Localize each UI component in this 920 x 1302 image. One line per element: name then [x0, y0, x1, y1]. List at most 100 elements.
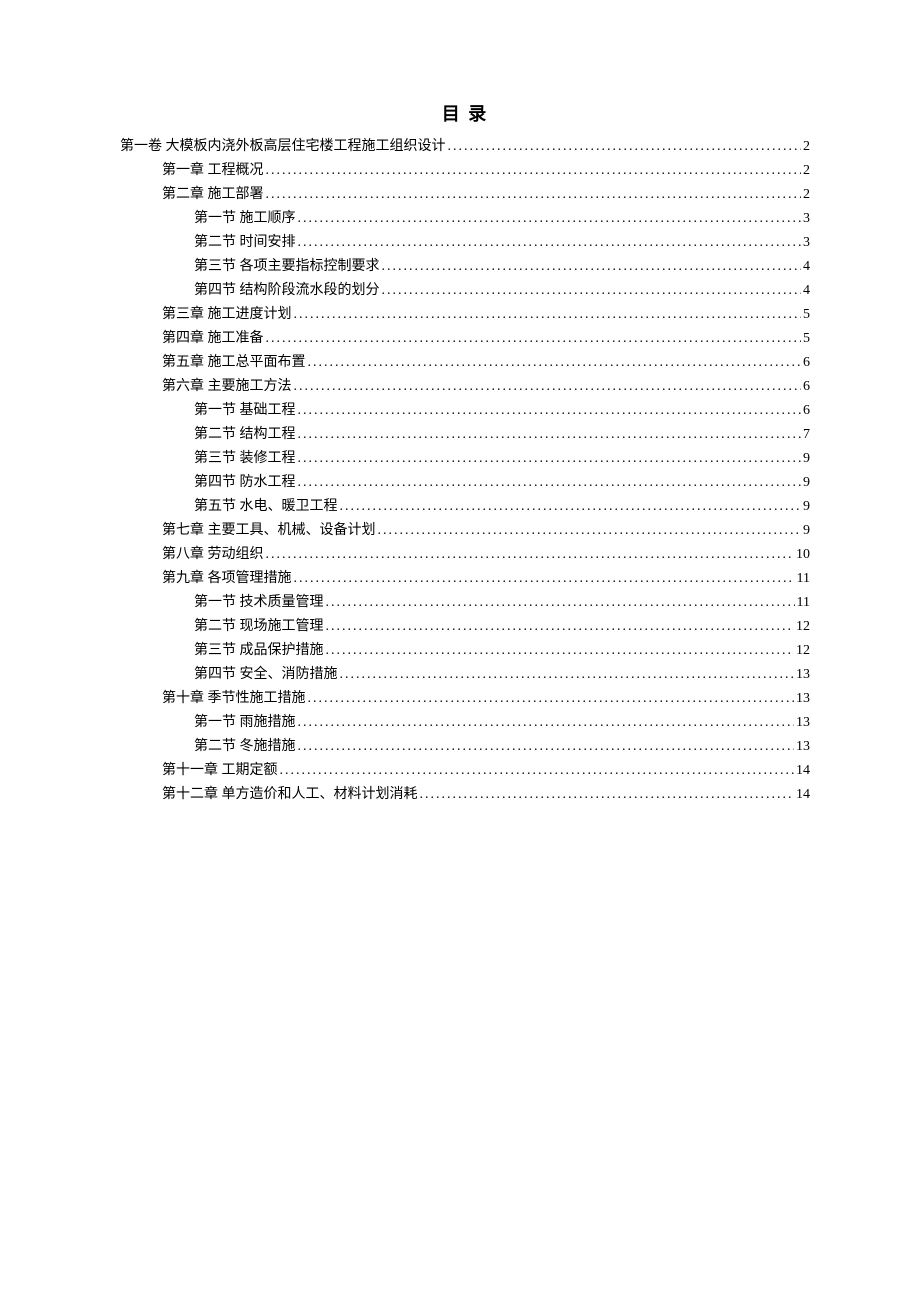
toc-dot-leader [298, 740, 795, 754]
toc-entry[interactable]: 第十章 季节性施工措施13 [120, 692, 810, 706]
toc-dot-leader [326, 644, 795, 658]
toc-entry-label: 第四章 施工准备 [162, 332, 264, 346]
toc-entry-page: 13 [796, 716, 810, 730]
toc-entry-label: 第三章 施工进度计划 [162, 308, 292, 322]
toc-dot-leader [266, 164, 802, 178]
toc-entry[interactable]: 第七章 主要工具、机械、设备计划 9 [120, 524, 810, 538]
toc-entry[interactable]: 第六章 主要施工方法6 [120, 380, 810, 394]
toc-entry-page: 13 [796, 692, 810, 706]
toc-entry-page: 5 [803, 308, 810, 322]
toc-entry-page: 4 [803, 260, 810, 274]
toc-entry-label: 第五章 施工总平面布置 [162, 356, 306, 370]
toc-entry[interactable]: 第四章 施工准备5 [120, 332, 810, 346]
toc-dot-leader [382, 260, 802, 274]
toc-entry-page: 9 [803, 476, 810, 490]
toc-entry-label: 第三节 装修工程 [194, 452, 296, 466]
toc-dot-leader [298, 404, 802, 418]
toc-entry-page: 7 [803, 428, 810, 442]
toc-entry-label: 第五节 水电、暖卫工程 [194, 500, 338, 514]
toc-entry[interactable]: 第一节 基础工程6 [120, 404, 810, 418]
toc-entry-page: 9 [803, 524, 810, 538]
toc-entry[interactable]: 第四节 结构阶段流水段的划分 4 [120, 284, 810, 298]
toc-entry[interactable]: 第三节 各项主要指标控制要求 4 [120, 260, 810, 274]
toc-dot-leader [326, 596, 795, 610]
toc-entry-page: 6 [803, 356, 810, 370]
toc-entry-page: 3 [803, 236, 810, 250]
toc-entry-page: 11 [797, 572, 810, 586]
toc-dot-leader [294, 308, 802, 322]
toc-entry-page: 3 [803, 212, 810, 226]
toc-entry[interactable]: 第五节 水电、暖卫工程 9 [120, 500, 810, 514]
toc-entry[interactable]: 第八章 劳动组织 10 [120, 548, 810, 562]
toc-entry-page: 2 [803, 140, 810, 154]
toc-entry[interactable]: 第三章 施工进度计划 5 [120, 308, 810, 322]
toc-entry[interactable]: 第二节 时间安排 3 [120, 236, 810, 250]
document-page: 目 录 第一卷 大模板内浇外板高层住宅楼工程施工组织设计 2 第一章 工程概况 2 第二… [0, 0, 920, 1302]
toc-entry-label: 第六章 主要施工方法 [162, 380, 292, 394]
toc-entry[interactable]: 第二节 结构工程7 [120, 428, 810, 442]
toc-entry-page: 10 [796, 548, 810, 562]
toc-entry[interactable]: 第五章 施工总平面布置 6 [120, 356, 810, 370]
toc-dot-leader [298, 716, 795, 730]
toc-dot-leader [298, 212, 802, 226]
toc-entry-label: 第一节 技术质量管理 [194, 596, 324, 610]
toc-dot-leader [448, 140, 802, 154]
toc-entry[interactable]: 第一节 雨施措施 13 [120, 716, 810, 730]
toc-entry-label: 第七章 主要工具、机械、设备计划 [162, 524, 376, 538]
toc-dot-leader [298, 452, 802, 466]
toc-entry[interactable]: 第十二章 单方造价和人工、材料计划消耗 14 [120, 788, 810, 802]
toc-entry-label: 第一章 工程概况 [162, 164, 264, 178]
toc-dot-leader [340, 500, 802, 514]
toc-entry-label: 第一节 基础工程 [194, 404, 296, 418]
table-of-contents: 第一卷 大模板内浇外板高层住宅楼工程施工组织设计 2 第一章 工程概况 2 第二章 施工… [120, 140, 810, 802]
toc-entry-label: 第四节 防水工程 [194, 476, 296, 490]
toc-entry-label: 第二章 施工部署 [162, 188, 264, 202]
toc-entry[interactable]: 第二节 冬施措施13 [120, 740, 810, 754]
toc-entry-label: 第四节 结构阶段流水段的划分 [194, 284, 380, 298]
toc-entry[interactable]: 第四节 安全、消防措施13 [120, 668, 810, 682]
toc-entry[interactable]: 第一章 工程概况 2 [120, 164, 810, 178]
toc-entry-label: 第一节 施工顺序 [194, 212, 296, 226]
toc-entry-page: 14 [796, 788, 810, 802]
toc-entry-page: 9 [803, 500, 810, 514]
toc-dot-leader [420, 788, 795, 802]
toc-dot-leader [378, 524, 802, 538]
toc-dot-leader [298, 236, 802, 250]
toc-dot-leader [298, 476, 802, 490]
toc-entry[interactable]: 第二节 现场施工管理 12 [120, 620, 810, 634]
toc-entry-label: 第四节 安全、消防措施 [194, 668, 338, 682]
toc-entry-label: 第三节 各项主要指标控制要求 [194, 260, 380, 274]
toc-dot-leader [294, 380, 802, 394]
toc-entry-label: 第八章 劳动组织 [162, 548, 264, 562]
toc-entry-page: 14 [796, 764, 810, 778]
toc-entry-label: 第一卷 大模板内浇外板高层住宅楼工程施工组织设计 [120, 140, 446, 154]
toc-entry-page: 11 [797, 596, 810, 610]
toc-dot-leader [266, 188, 802, 202]
toc-entry[interactable]: 第三节 装修工程 9 [120, 452, 810, 466]
toc-entry[interactable]: 第一节 施工顺序 3 [120, 212, 810, 226]
toc-entry[interactable]: 第二章 施工部署2 [120, 188, 810, 202]
toc-entry[interactable]: 第九章 各项管理措施11 [120, 572, 810, 586]
toc-dot-leader [266, 332, 802, 346]
page-title: 目 录 [120, 100, 810, 126]
toc-entry-page: 9 [803, 452, 810, 466]
toc-dot-leader [308, 692, 795, 706]
toc-dot-leader [266, 548, 795, 562]
toc-entry[interactable]: 第一节 技术质量管理 11 [120, 596, 810, 610]
toc-entry-label: 第十二章 单方造价和人工、材料计划消耗 [162, 788, 418, 802]
toc-entry-label: 第二节 现场施工管理 [194, 620, 324, 634]
toc-entry-label: 第一节 雨施措施 [194, 716, 296, 730]
toc-entry-page: 4 [803, 284, 810, 298]
toc-entry-label: 第二节 时间安排 [194, 236, 296, 250]
toc-entry[interactable]: 第十一章 工期定额14 [120, 764, 810, 778]
toc-entry-page: 12 [796, 620, 810, 634]
toc-entry[interactable]: 第三节 成品保护措施12 [120, 644, 810, 658]
toc-entry[interactable]: 第一卷 大模板内浇外板高层住宅楼工程施工组织设计 2 [120, 140, 810, 154]
toc-entry-page: 2 [803, 164, 810, 178]
toc-dot-leader [326, 620, 795, 634]
toc-entry-label: 第三节 成品保护措施 [194, 644, 324, 658]
toc-entry[interactable]: 第四节 防水工程 9 [120, 476, 810, 490]
toc-dot-leader [308, 356, 802, 370]
toc-dot-leader [382, 284, 802, 298]
toc-dot-leader [280, 764, 795, 778]
